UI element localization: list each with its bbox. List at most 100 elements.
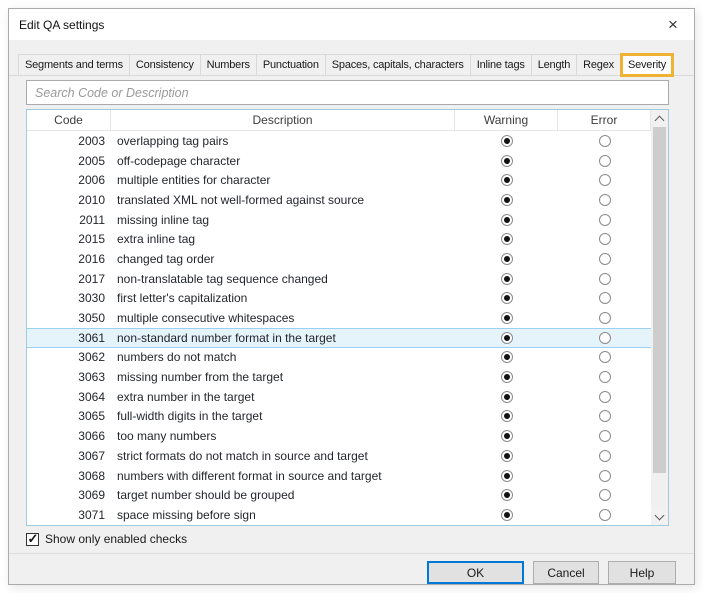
table-row[interactable]: 3067 strict formats do not match in sour…: [27, 446, 651, 466]
error-radio[interactable]: [599, 253, 611, 265]
warning-radio[interactable]: [501, 253, 513, 265]
search-input[interactable]: [26, 80, 669, 105]
row-description: first letter's capitalization: [111, 291, 455, 305]
error-radio[interactable]: [599, 332, 611, 344]
warning-radio[interactable]: [501, 430, 513, 442]
tab[interactable]: Numbers: [200, 54, 257, 75]
table-row[interactable]: 2017 non-translatable tag sequence chang…: [27, 269, 651, 289]
warning-radio[interactable]: [501, 273, 513, 285]
column-header-description[interactable]: Description: [111, 110, 455, 130]
row-code: 3050: [27, 311, 111, 325]
footer-divider: [9, 553, 694, 554]
warning-radio[interactable]: [501, 233, 513, 245]
tab[interactable]: Punctuation: [256, 54, 326, 75]
table-row[interactable]: 3068 numbers with different format in so…: [27, 466, 651, 486]
error-radio[interactable]: [599, 450, 611, 462]
table-row[interactable]: 2011 missing inline tag: [27, 210, 651, 230]
table-row[interactable]: 3063 missing number from the target: [27, 367, 651, 387]
show-only-enabled-checkbox[interactable]: [26, 533, 39, 546]
error-radio[interactable]: [599, 292, 611, 304]
error-radio[interactable]: [599, 155, 611, 167]
warning-radio[interactable]: [501, 371, 513, 383]
warning-radio[interactable]: [501, 351, 513, 363]
table-row[interactable]: 2005 off-codepage character: [27, 151, 651, 171]
warning-radio[interactable]: [501, 135, 513, 147]
error-radio[interactable]: [599, 174, 611, 186]
error-radio[interactable]: [599, 351, 611, 363]
table-row[interactable]: 3061 non-standard number format in the t…: [27, 328, 651, 348]
error-radio[interactable]: [599, 273, 611, 285]
error-radio[interactable]: [599, 509, 611, 521]
table-row[interactable]: 3066 too many numbers: [27, 426, 651, 446]
error-radio[interactable]: [599, 214, 611, 226]
warning-radio[interactable]: [501, 489, 513, 501]
scroll-up-button[interactable]: [651, 110, 668, 127]
scrollbar-thumb[interactable]: [653, 127, 666, 473]
column-header-warning[interactable]: Warning: [455, 110, 558, 130]
row-code: 2011: [27, 213, 111, 227]
table-row[interactable]: 3030 first letter's capitalization: [27, 289, 651, 309]
warning-radio[interactable]: [501, 410, 513, 422]
table-body: 2003 overlapping tag pairs 2005 off-code…: [27, 131, 651, 525]
column-header-code[interactable]: Code: [27, 110, 111, 130]
table-row[interactable]: 2010 translated XML not well-formed agai…: [27, 190, 651, 210]
warning-radio[interactable]: [501, 155, 513, 167]
error-radio[interactable]: [599, 233, 611, 245]
cancel-button[interactable]: Cancel: [533, 561, 599, 584]
error-radio[interactable]: [599, 470, 611, 482]
table-row[interactable]: 3064 extra number in the target: [27, 387, 651, 407]
table-row[interactable]: 2006 multiple entities for character: [27, 170, 651, 190]
error-radio[interactable]: [599, 371, 611, 383]
warning-radio[interactable]: [501, 214, 513, 226]
tab[interactable]: Spaces, capitals, characters: [325, 54, 471, 75]
warning-radio[interactable]: [501, 450, 513, 462]
warning-radio[interactable]: [501, 332, 513, 344]
vertical-scrollbar[interactable]: [651, 110, 668, 525]
warning-radio[interactable]: [501, 292, 513, 304]
row-description: strict formats do not match in source an…: [111, 449, 455, 463]
row-description: missing number from the target: [111, 370, 455, 384]
table-row[interactable]: 2016 changed tag order: [27, 249, 651, 269]
error-radio[interactable]: [599, 194, 611, 206]
table-row[interactable]: 3050 multiple consecutive whitespaces: [27, 308, 651, 328]
row-description: multiple consecutive whitespaces: [111, 311, 455, 325]
chevron-down-icon: [655, 510, 665, 520]
ok-button[interactable]: OK: [427, 561, 524, 584]
row-description: full-width digits in the target: [111, 409, 455, 423]
row-description: non-standard number format in the target: [111, 331, 455, 345]
warning-radio[interactable]: [501, 194, 513, 206]
close-icon[interactable]: ×: [652, 9, 694, 40]
warning-radio[interactable]: [501, 470, 513, 482]
table-row[interactable]: 3065 full-width digits in the target: [27, 407, 651, 427]
warning-radio[interactable]: [501, 391, 513, 403]
tab-strip: Segments and termsConsistencyNumbersPunc…: [9, 50, 694, 76]
warning-radio[interactable]: [501, 509, 513, 521]
table-row[interactable]: 3062 numbers do not match: [27, 348, 651, 368]
warning-radio[interactable]: [501, 174, 513, 186]
column-header-error[interactable]: Error: [558, 110, 651, 130]
tab[interactable]: Segments and terms: [18, 54, 130, 75]
row-code: 3062: [27, 350, 111, 364]
tab[interactable]: Inline tags: [470, 54, 532, 75]
table-row[interactable]: 3069 target number should be grouped: [27, 485, 651, 505]
error-radio[interactable]: [599, 410, 611, 422]
help-button[interactable]: Help: [608, 561, 676, 584]
error-radio[interactable]: [599, 430, 611, 442]
row-code: 3063: [27, 370, 111, 384]
error-radio[interactable]: [599, 135, 611, 147]
error-radio[interactable]: [599, 391, 611, 403]
warning-radio[interactable]: [501, 312, 513, 324]
row-code: 2003: [27, 134, 111, 148]
error-radio[interactable]: [599, 489, 611, 501]
error-radio[interactable]: [599, 312, 611, 324]
tab[interactable]: Length: [531, 54, 577, 75]
tab[interactable]: Consistency: [129, 54, 201, 75]
row-code: 2017: [27, 272, 111, 286]
tab[interactable]: Severity: [620, 53, 674, 77]
row-description: target number should be grouped: [111, 488, 455, 502]
table-row[interactable]: 3071 space missing before sign: [27, 505, 651, 525]
table-row[interactable]: 2003 overlapping tag pairs: [27, 131, 651, 151]
scroll-down-button[interactable]: [651, 508, 668, 525]
tab[interactable]: Regex: [576, 54, 621, 75]
table-row[interactable]: 2015 extra inline tag: [27, 229, 651, 249]
